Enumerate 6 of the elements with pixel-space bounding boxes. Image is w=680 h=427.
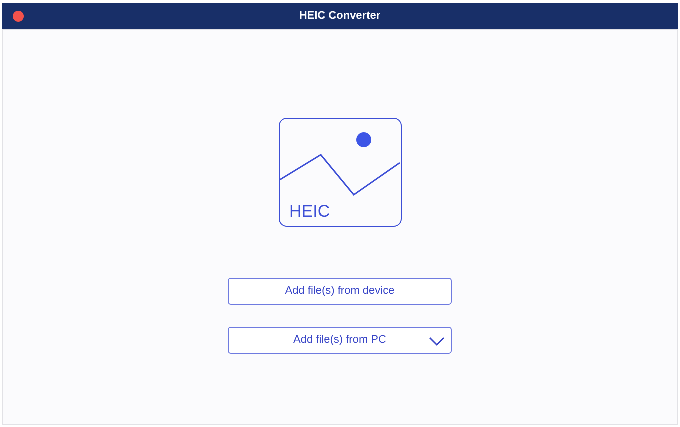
add-button[interactable]: Add file(s) from device bbox=[228, 278, 452, 305]
format-label: HEIC bbox=[290, 203, 330, 220]
window-title: HEIC Converter bbox=[299, 8, 381, 24]
chevron-down-icon bbox=[429, 337, 445, 347]
close-button[interactable] bbox=[13, 11, 24, 22]
dropdown-button[interactable]: Add file(s) from PC bbox=[228, 327, 452, 354]
